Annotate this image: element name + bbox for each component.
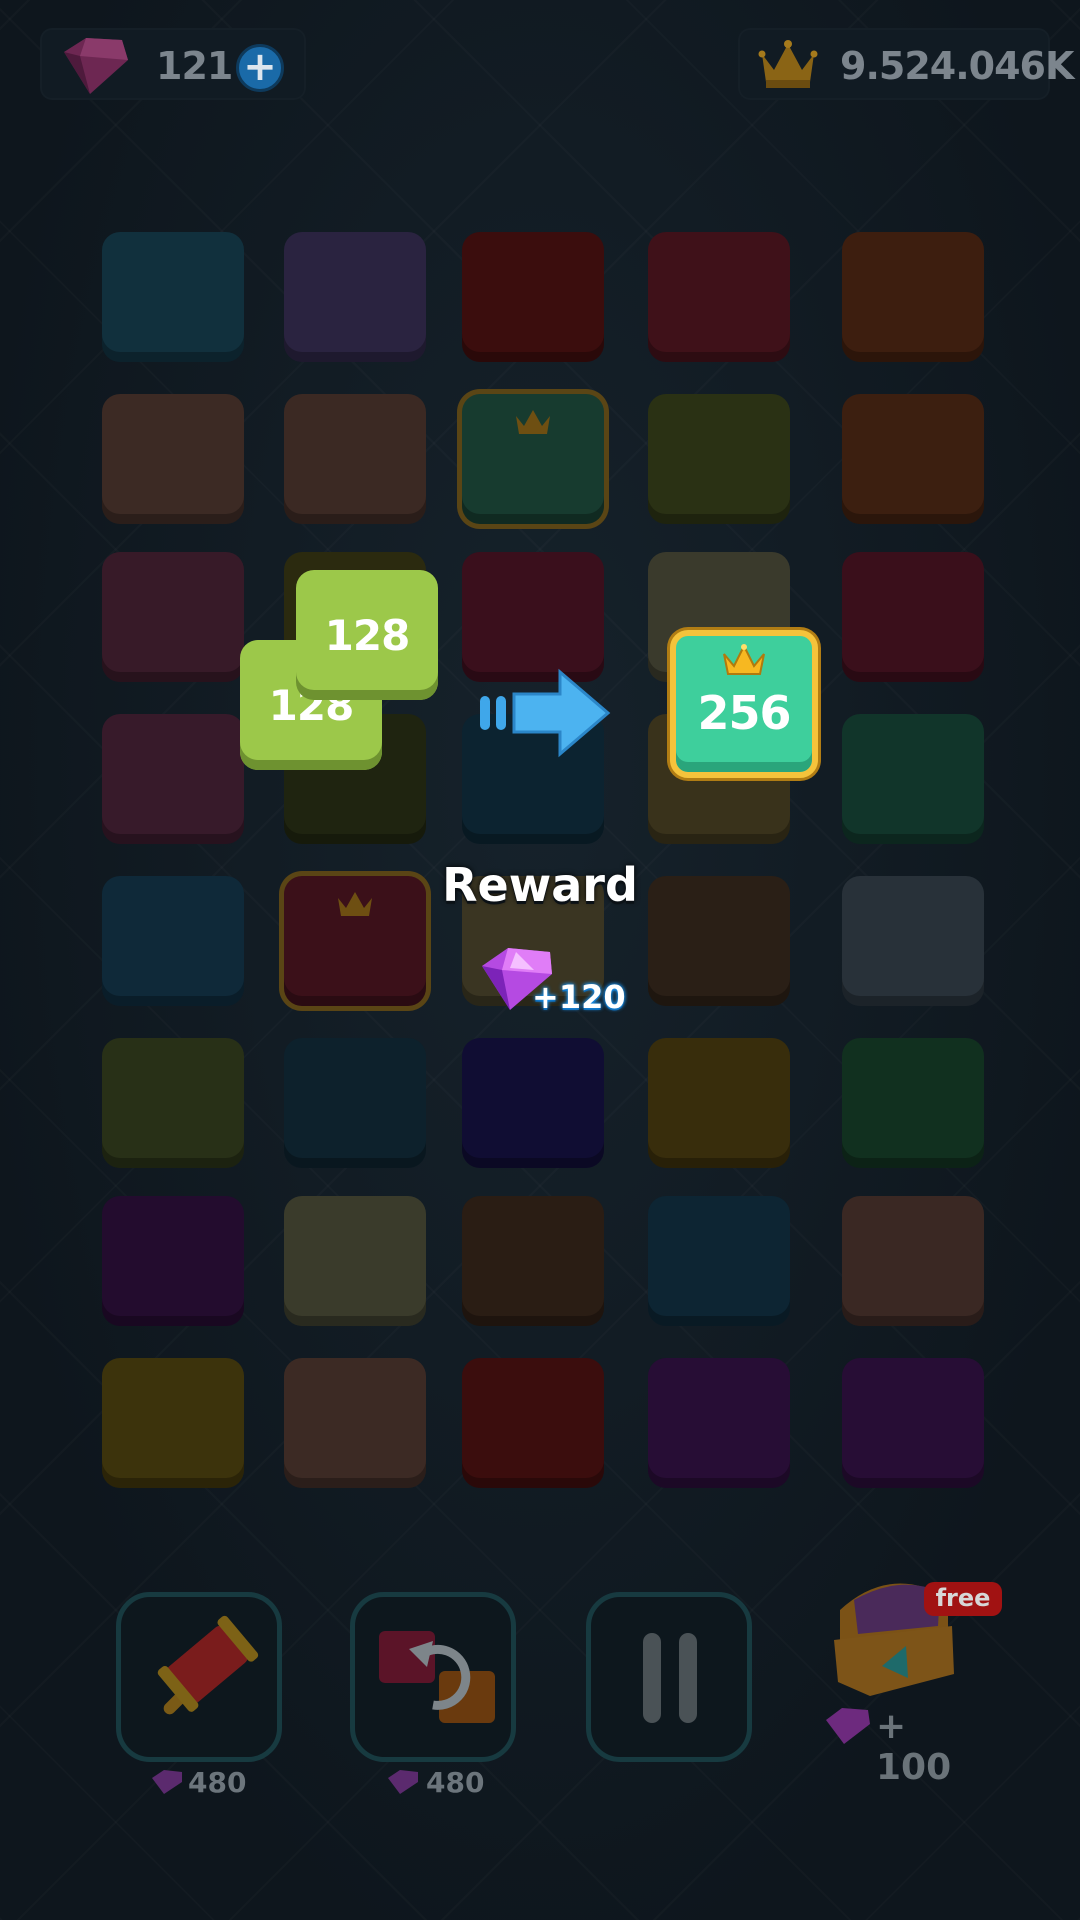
board-tile[interactable] bbox=[102, 1038, 244, 1168]
board-tile[interactable] bbox=[102, 714, 244, 844]
arrow-right-icon bbox=[480, 668, 611, 758]
pause-button[interactable] bbox=[586, 1592, 752, 1762]
merge-result-value: 256 bbox=[697, 686, 791, 740]
board-tile[interactable] bbox=[842, 232, 984, 362]
hammer-cost: 480 bbox=[188, 1766, 247, 1799]
board-tile[interactable] bbox=[284, 876, 426, 1006]
board-tile[interactable] bbox=[284, 1196, 426, 1326]
board-tile[interactable] bbox=[842, 1358, 984, 1488]
crown-icon bbox=[338, 892, 372, 916]
hammer-icon bbox=[157, 1615, 259, 1715]
board-tile[interactable] bbox=[462, 232, 604, 362]
board-tile[interactable] bbox=[462, 394, 604, 524]
board-tile[interactable] bbox=[462, 552, 604, 682]
board-tile[interactable] bbox=[462, 1358, 604, 1488]
hammer-button[interactable] bbox=[116, 1592, 282, 1762]
score-value: 9.524.046K bbox=[840, 44, 1074, 88]
merge-result-tile: 256 bbox=[670, 630, 818, 778]
board-tile[interactable] bbox=[284, 1358, 426, 1488]
chest-cost: + 100 bbox=[876, 1706, 952, 1788]
board-tile[interactable] bbox=[648, 1358, 790, 1488]
board-tile[interactable] bbox=[842, 552, 984, 682]
gem-count: 121 bbox=[156, 44, 233, 88]
gem-icon bbox=[826, 1708, 870, 1744]
board-tile[interactable] bbox=[284, 1038, 426, 1168]
crown-icon bbox=[723, 644, 765, 675]
swap-button[interactable] bbox=[350, 1592, 516, 1762]
swap-icon bbox=[379, 1631, 495, 1723]
board-tile[interactable] bbox=[842, 394, 984, 524]
board-tile[interactable] bbox=[842, 876, 984, 1006]
board-tile[interactable] bbox=[648, 1038, 790, 1168]
chest-offer[interactable]: free + 100 bbox=[816, 1570, 1002, 1788]
board-tile[interactable] bbox=[842, 714, 984, 844]
board-tile[interactable] bbox=[842, 1196, 984, 1326]
gem-icon bbox=[152, 1770, 182, 1794]
board-tile[interactable] bbox=[102, 1358, 244, 1488]
board-tile[interactable] bbox=[648, 1196, 790, 1326]
board-tile[interactable] bbox=[648, 232, 790, 362]
board-tile[interactable] bbox=[102, 394, 244, 524]
reward-amount: +120 bbox=[532, 978, 626, 1016]
gem-icon bbox=[64, 38, 128, 94]
crown-icon bbox=[516, 410, 550, 434]
board-tile[interactable] bbox=[842, 1038, 984, 1168]
board-tile[interactable] bbox=[102, 1196, 244, 1326]
crown-icon bbox=[758, 40, 818, 88]
pause-icon bbox=[643, 1633, 697, 1723]
board-tile[interactable] bbox=[648, 876, 790, 1006]
merge-tile-front: 128 bbox=[296, 570, 438, 700]
swap-cost: 480 bbox=[426, 1766, 485, 1799]
board-tile[interactable] bbox=[648, 394, 790, 524]
board-tile[interactable] bbox=[284, 394, 426, 524]
add-gems-button[interactable]: + bbox=[236, 44, 284, 92]
reward-title: Reward bbox=[442, 858, 638, 912]
board-tile[interactable] bbox=[462, 1038, 604, 1168]
board-tile[interactable] bbox=[102, 552, 244, 682]
board-tile[interactable] bbox=[284, 232, 426, 362]
gem-icon bbox=[388, 1770, 418, 1794]
free-badge: free bbox=[924, 1582, 1002, 1616]
board-tile[interactable] bbox=[102, 232, 244, 362]
board-tile[interactable] bbox=[102, 876, 244, 1006]
board-tile[interactable] bbox=[462, 1196, 604, 1326]
